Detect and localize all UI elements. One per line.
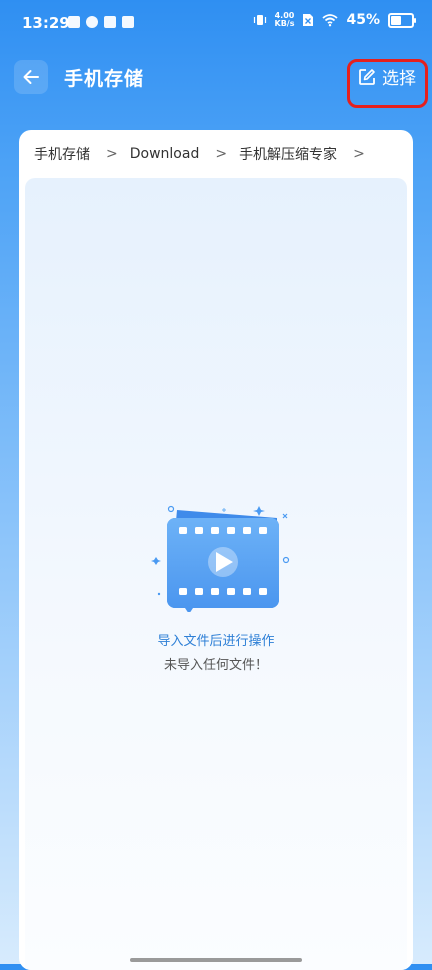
empty-state-subtitle: 未导入任何文件！: [163, 658, 268, 673]
status-bar: 13:29 4.00 KB/s 45%: [0, 0, 432, 46]
breadcrumb-item-app-folder[interactable]: 手机解压缩专家: [239, 144, 337, 164]
status-time: 13:29: [22, 14, 70, 32]
no-sim-icon: [303, 14, 314, 26]
chevron-right-icon: >: [353, 146, 365, 162]
file-list-area: 导入文件后进行操作 未导入任何文件！: [25, 178, 407, 970]
back-button[interactable]: [14, 60, 48, 94]
calendar-icon: [122, 16, 134, 28]
vibrate-icon: [253, 15, 266, 25]
home-indicator[interactable]: [130, 958, 302, 962]
battery-percent: 45%: [346, 12, 380, 28]
status-right: 4.00 KB/s 45%: [253, 12, 416, 28]
net-speed: 4.00 KB/s: [275, 12, 295, 28]
wifi-icon: [322, 14, 339, 27]
video-file-illustration-icon: [151, 505, 290, 612]
crown-icon: [68, 16, 80, 28]
mail-icon: [104, 16, 116, 28]
chevron-right-icon: >: [106, 146, 118, 162]
select-highlight-annotation: [347, 59, 428, 108]
app-notification-icon: [86, 16, 98, 28]
page-title: 手机存储: [64, 68, 145, 90]
breadcrumb-item-download[interactable]: Download: [130, 146, 200, 162]
notification-icons: [68, 16, 134, 28]
net-speed-unit: KB/s: [274, 19, 295, 28]
chevron-right-icon: >: [215, 146, 228, 162]
breadcrumb-item-storage[interactable]: 手机存储: [34, 144, 90, 164]
empty-state-title: 导入文件后进行操作: [157, 634, 275, 649]
breadcrumb: 手机存储 > Download > 手机解压缩专家 >: [19, 130, 413, 178]
battery-icon: [388, 12, 416, 28]
arrow-left-icon: [23, 70, 39, 84]
file-browser-card: 手机存储 > Download > 手机解压缩专家 > 导入文件后进行操作 未导…: [19, 130, 413, 970]
